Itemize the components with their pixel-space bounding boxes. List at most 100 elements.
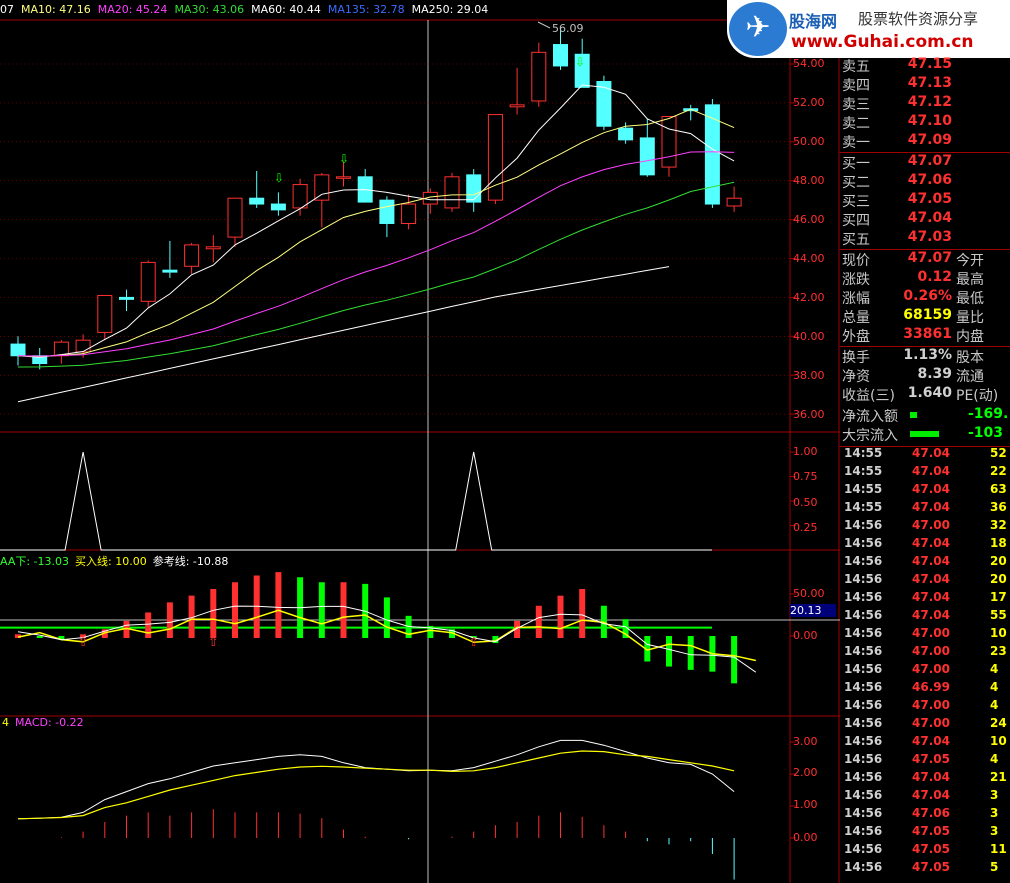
quote-value: 47.09: [907, 132, 952, 148]
tick-price: 47.05: [912, 860, 950, 874]
tick-time: 14:56: [844, 626, 883, 640]
ma30-label: MA30: 43.06: [174, 3, 245, 16]
tick-price: 47.00: [912, 518, 950, 532]
tick-price: 47.04: [912, 788, 950, 802]
candle-body: [227, 197, 243, 238]
quote-label: 卖二: [842, 116, 870, 132]
price-tick: 48.00: [793, 174, 825, 187]
flow-bar: [910, 412, 917, 418]
tick-time: 14:56: [844, 788, 883, 802]
flow-row: 大宗流入 -103: [840, 425, 1010, 444]
legend-fragment: 07: [0, 3, 14, 16]
signal-tick: 0.25: [793, 521, 818, 534]
sell-arrow-icon: ⇩: [274, 171, 284, 185]
quote-value: 8.39: [917, 366, 952, 382]
quote-row: 买一 47.07: [840, 153, 1010, 172]
tick-price: 47.04: [912, 770, 950, 784]
tick-volume: 21: [990, 770, 1007, 784]
tick-row: 14:56 47.04 20: [840, 572, 1010, 590]
tick-row: 14:56 47.00 4: [840, 698, 1010, 716]
candle-body: [509, 104, 525, 108]
quote-value: 47.03: [907, 229, 952, 245]
quote-value: 47.12: [907, 94, 952, 110]
candle-body: [140, 261, 156, 302]
tick-row: 14:56 47.00 24: [840, 716, 1010, 734]
kline-chart-area[interactable]: 56.09 ⇩ ⇩ ⇩ ⇧ ⇧ ⇧: [0, 0, 840, 883]
quote-value: 33861: [903, 326, 952, 342]
macd-fragment: 4: [2, 716, 9, 729]
aa-value: AA下: -13.03: [0, 555, 70, 568]
tick-time: 14:56: [844, 752, 883, 766]
tick-volume: 3: [990, 824, 999, 838]
quote-label: 涨幅: [842, 291, 870, 307]
tick-volume: 20: [990, 572, 1007, 586]
tick-time: 14:55: [844, 482, 883, 496]
aa-tick: 50.00: [793, 587, 825, 600]
candle-body: [466, 174, 482, 203]
tick-time: 14:55: [844, 446, 883, 460]
tick-row: 14:56 47.06 3: [840, 806, 1010, 824]
quote-label-2: 最高: [956, 272, 984, 288]
tick-time: 14:56: [844, 590, 883, 604]
price-tick: 46.00: [793, 213, 825, 226]
tick-time: 14:56: [844, 806, 883, 820]
price-tick: 36.00: [793, 408, 825, 421]
tick-price: 47.04: [912, 464, 950, 478]
ma250-label: MA250: 29.04: [411, 3, 489, 16]
quote-value: 47.07: [907, 153, 952, 169]
tick-row: 14:56 47.05 5: [840, 860, 1010, 878]
tick-time: 14:56: [844, 608, 883, 622]
candle-body: [270, 203, 286, 211]
tick-volume: 52: [990, 446, 1007, 460]
signal-tick: 1.00: [793, 445, 818, 458]
candle-body: [661, 116, 677, 168]
tick-row: 14:56 47.00 23: [840, 644, 1010, 662]
quote-label: 卖五: [842, 59, 870, 75]
tick-price: 47.04: [912, 554, 950, 568]
tick-time: 14:56: [844, 824, 883, 838]
tick-row: 14:56 47.00 10: [840, 626, 1010, 644]
tick-volume: 3: [990, 806, 999, 820]
tick-price: 47.00: [912, 626, 950, 640]
logo-brand: 股海网: [789, 12, 838, 31]
quote-value: 0.12: [917, 269, 952, 285]
tick-time: 14:56: [844, 518, 883, 532]
tick-row: 14:56 47.05 11: [840, 842, 1010, 860]
candle-body: [553, 44, 568, 67]
tick-time: 14:56: [844, 860, 883, 874]
tick-row: 14:56 47.04 21: [840, 770, 1010, 788]
flow-row: 净流入额 -169.: [840, 406, 1010, 425]
quote-label-2: 股本: [956, 350, 984, 366]
macd-tick: 1.00: [793, 798, 818, 811]
tick-price: 47.04: [912, 536, 950, 550]
quote-value: 47.07: [907, 250, 952, 266]
quote-row: 换手 1.13% 股本: [840, 347, 1010, 366]
buy-arrow-icon: ⇧: [78, 635, 88, 649]
tick-row: 14:56 47.04 3: [840, 788, 1010, 806]
tick-price: 47.05: [912, 842, 950, 856]
quote-row: 卖四 47.13: [840, 75, 1010, 94]
flow-value: -103: [968, 425, 1004, 441]
quote-side-panel: 卖五 47.15 卖四 47.13 卖三 47.12 卖二 47.10 卖一 47.09 买一 47.…: [840, 0, 1010, 883]
candle-body: [704, 104, 720, 205]
ma-legend: 07 MA10: 47.16 MA20: 45.24 MA30: 43.06 MA60:…: [0, 3, 495, 19]
candle-body: [314, 174, 330, 201]
quote-row: 现价 47.07 今开: [840, 250, 1010, 269]
tick-row: 14:56 47.05 3: [840, 824, 1010, 842]
candle-body: [162, 269, 178, 273]
quote-value: 47.05: [907, 191, 952, 207]
tick-time: 14:56: [844, 698, 883, 712]
candle-body: [726, 197, 742, 207]
candle-body: [184, 244, 200, 267]
price-tick: 44.00: [793, 252, 825, 265]
quote-label-2: 流通: [956, 369, 984, 385]
tick-price: 47.05: [912, 824, 950, 838]
quote-value: 0.26%: [903, 288, 952, 304]
quote-value: 47.06: [907, 172, 952, 188]
tick-volume: 55: [990, 608, 1007, 622]
ma20-label: MA20: 45.24: [97, 3, 168, 16]
quote-value: 47.04: [907, 210, 952, 226]
candle-body: [119, 296, 134, 300]
quote-row: 总量 68159 量比: [840, 307, 1010, 326]
ref-line-value: 参考线: -10.88: [152, 555, 229, 568]
